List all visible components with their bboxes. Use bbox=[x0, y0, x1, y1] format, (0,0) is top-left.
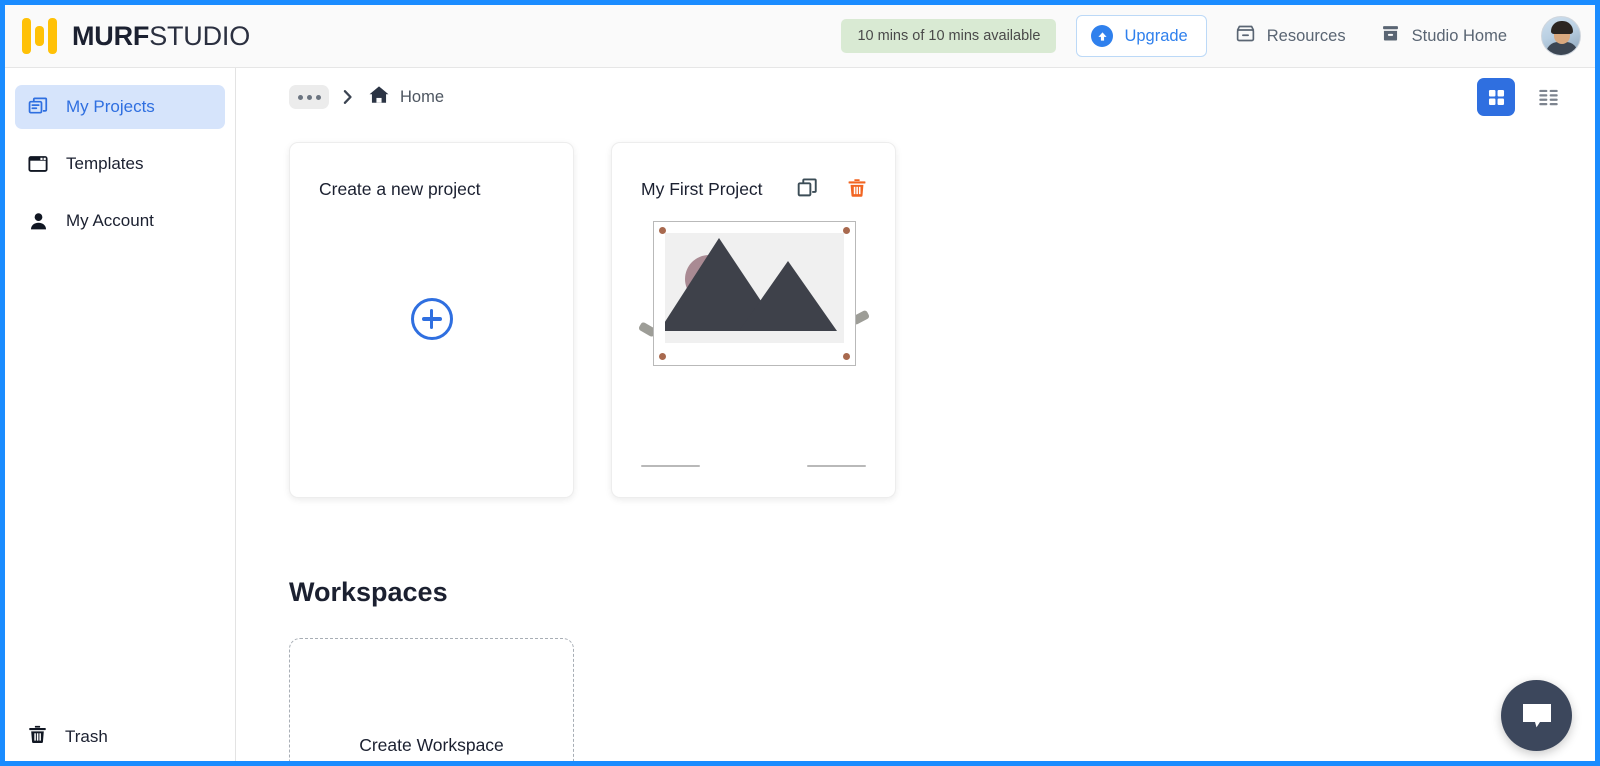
brand-name-bold: MURF bbox=[72, 21, 149, 51]
project-card-placeholder-lines bbox=[641, 465, 866, 467]
grid-icon bbox=[1486, 87, 1507, 108]
header-actions: 10 mins of 10 mins available Upgrade Res… bbox=[841, 15, 1595, 57]
thumbnail-image-placeholder bbox=[665, 233, 844, 343]
avatar-body bbox=[1546, 42, 1578, 56]
upgrade-button[interactable]: Upgrade bbox=[1076, 15, 1206, 57]
frame-dot-br bbox=[843, 353, 850, 360]
account-icon bbox=[27, 210, 49, 232]
duplicate-icon[interactable] bbox=[796, 176, 819, 199]
sidebar-item-my-projects[interactable]: My Projects bbox=[15, 85, 225, 129]
create-new-project-card[interactable]: Create a new project bbox=[289, 142, 574, 498]
project-card[interactable]: My First Project bbox=[611, 142, 896, 498]
list-icon bbox=[1537, 86, 1560, 109]
resources-link[interactable]: Resources bbox=[1235, 23, 1346, 49]
minutes-available-badge: 10 mins of 10 mins available bbox=[841, 19, 1056, 53]
project-thumbnail bbox=[653, 221, 856, 366]
view-toggle bbox=[1477, 78, 1567, 116]
templates-icon bbox=[27, 153, 49, 175]
workspaces-grid: Create Workspace bbox=[237, 638, 1595, 766]
frame-dot-bl bbox=[659, 353, 666, 360]
sidebar-item-my-account[interactable]: My Account bbox=[15, 199, 225, 243]
home-icon bbox=[368, 84, 390, 111]
main-content: Home bbox=[237, 68, 1595, 766]
resources-label: Resources bbox=[1267, 27, 1346, 46]
project-card-actions bbox=[796, 176, 868, 199]
studio-home-link[interactable]: Studio Home bbox=[1380, 23, 1507, 49]
chevron-right-icon bbox=[342, 89, 355, 105]
murf-logo-icon bbox=[22, 18, 57, 54]
brand-text: MURFSTUDIO bbox=[72, 21, 250, 52]
app-header: MURFSTUDIO 10 mins of 10 mins available … bbox=[5, 5, 1595, 68]
sidebar-item-label-trash: Trash bbox=[65, 727, 108, 747]
studio-home-label: Studio Home bbox=[1412, 27, 1507, 46]
avatar-hair bbox=[1551, 21, 1573, 34]
upgrade-button-label: Upgrade bbox=[1124, 27, 1187, 46]
frame-dot-tr bbox=[843, 227, 850, 234]
trash-icon bbox=[27, 724, 48, 750]
content-topbar: Home bbox=[237, 68, 1595, 126]
projects-grid: Create a new project My First Project bbox=[237, 142, 1595, 498]
upgrade-arrow-icon bbox=[1091, 25, 1113, 47]
create-project-plus-wrap bbox=[290, 298, 573, 340]
placeholder-line-right bbox=[807, 465, 866, 467]
breadcrumb-overflow-button[interactable] bbox=[289, 85, 329, 109]
create-workspace-card[interactable]: Create Workspace bbox=[289, 638, 574, 766]
chat-bubble-icon bbox=[1520, 701, 1554, 731]
add-project-icon[interactable] bbox=[411, 298, 453, 340]
user-avatar[interactable] bbox=[1541, 16, 1581, 56]
projects-icon bbox=[27, 96, 49, 118]
thumbnail-mountains-shape bbox=[665, 233, 844, 343]
project-card-title: My First Project bbox=[641, 179, 763, 200]
sidebar-item-trash[interactable]: Trash bbox=[15, 715, 225, 759]
breadcrumb: Home bbox=[289, 84, 444, 111]
sidebar-item-label-templates: Templates bbox=[66, 154, 143, 174]
grid-view-button[interactable] bbox=[1477, 78, 1515, 116]
sidebar-item-label-my-projects: My Projects bbox=[66, 97, 155, 117]
placeholder-line-left bbox=[641, 465, 700, 467]
delete-project-icon[interactable] bbox=[846, 177, 868, 199]
sidebar: My Projects Templates My Account bbox=[5, 68, 236, 766]
chat-support-button[interactable] bbox=[1501, 680, 1572, 751]
brand-logo[interactable]: MURFSTUDIO bbox=[22, 18, 250, 54]
resources-box-icon bbox=[1235, 23, 1256, 49]
brand-name-light: STUDIO bbox=[149, 21, 250, 51]
create-new-project-label: Create a new project bbox=[319, 179, 480, 200]
studio-home-archive-icon bbox=[1380, 23, 1401, 49]
breadcrumb-home[interactable]: Home bbox=[368, 84, 444, 111]
sidebar-item-label-my-account: My Account bbox=[66, 211, 154, 231]
workspaces-heading: Workspaces bbox=[289, 577, 1595, 608]
create-workspace-label: Create Workspace bbox=[290, 735, 573, 756]
sidebar-item-templates[interactable]: Templates bbox=[15, 142, 225, 186]
app-window: MURFSTUDIO 10 mins of 10 mins available … bbox=[0, 0, 1600, 766]
thumbnail-frame bbox=[653, 221, 856, 366]
list-view-button[interactable] bbox=[1529, 78, 1567, 116]
breadcrumb-home-label: Home bbox=[400, 88, 444, 107]
